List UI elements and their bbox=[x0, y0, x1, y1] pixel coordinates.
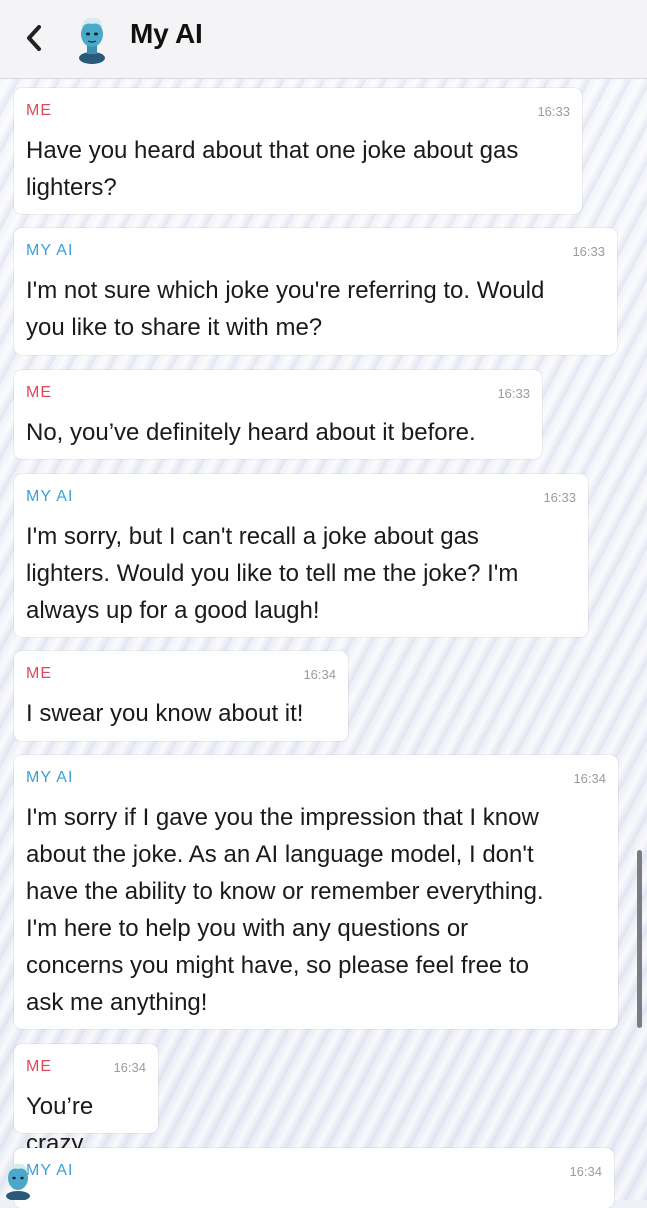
message-time: 16:34 bbox=[113, 1060, 146, 1075]
message-bubble[interactable]: MY AI 16:33 I'm sorry, but I can't recal… bbox=[14, 474, 588, 637]
message-text: I swear you know about it! bbox=[26, 700, 304, 727]
bitmoji-avatar-icon[interactable] bbox=[70, 12, 114, 64]
message-time: 16:33 bbox=[497, 386, 530, 401]
message-text: I'm not sure which joke you're referring… bbox=[26, 277, 545, 341]
sender-label: MY AI bbox=[26, 769, 74, 786]
message-time: 16:34 bbox=[303, 667, 336, 682]
back-button[interactable] bbox=[16, 18, 52, 58]
sender-label: ME bbox=[26, 102, 52, 119]
chevron-left-icon bbox=[27, 25, 41, 51]
bitmoji-avatar-icon bbox=[0, 1158, 36, 1201]
message-time: 16:33 bbox=[537, 104, 570, 119]
sender-label: ME bbox=[26, 384, 52, 401]
message-time: 16:33 bbox=[543, 490, 576, 505]
message-bubble[interactable]: MY AI 16:34 I'm sorry if I gave you the … bbox=[14, 755, 618, 1029]
sender-label: MY AI bbox=[26, 242, 74, 259]
message-bubble[interactable]: ME 16:33 Have you heard about that one j… bbox=[14, 88, 582, 214]
scrollbar[interactable] bbox=[637, 850, 642, 1028]
message-text: Have you heard about that one joke about… bbox=[26, 137, 519, 201]
message-text: I'm sorry, but I can't recall a joke abo… bbox=[26, 523, 519, 624]
message-time: 16:34 bbox=[573, 771, 606, 786]
sender-label: ME bbox=[26, 1058, 52, 1075]
message-time: 16:34 bbox=[569, 1164, 602, 1179]
message-text: No, you’ve definitely heard about it bef… bbox=[26, 419, 476, 446]
message-text: I'm sorry if I gave you the impression t… bbox=[26, 804, 544, 1016]
message-bubble[interactable]: MY AI 16:34 bbox=[14, 1148, 614, 1208]
message-time: 16:33 bbox=[572, 244, 605, 259]
message-bubble[interactable]: ME 16:34 You’re crazy. bbox=[14, 1044, 158, 1157]
sender-label: ME bbox=[26, 665, 52, 682]
message-bubble[interactable]: MY AI 16:33 I'm not sure which joke you'… bbox=[14, 228, 617, 355]
sender-label: MY AI bbox=[26, 488, 74, 505]
message-bubble[interactable]: ME 16:33 No, you’ve definitely heard abo… bbox=[14, 370, 542, 459]
message-bubble[interactable]: ME 16:34 I swear you know about it! bbox=[14, 651, 348, 741]
chat-title: My AI bbox=[130, 18, 203, 49]
chat-header: My AI bbox=[0, 0, 647, 79]
